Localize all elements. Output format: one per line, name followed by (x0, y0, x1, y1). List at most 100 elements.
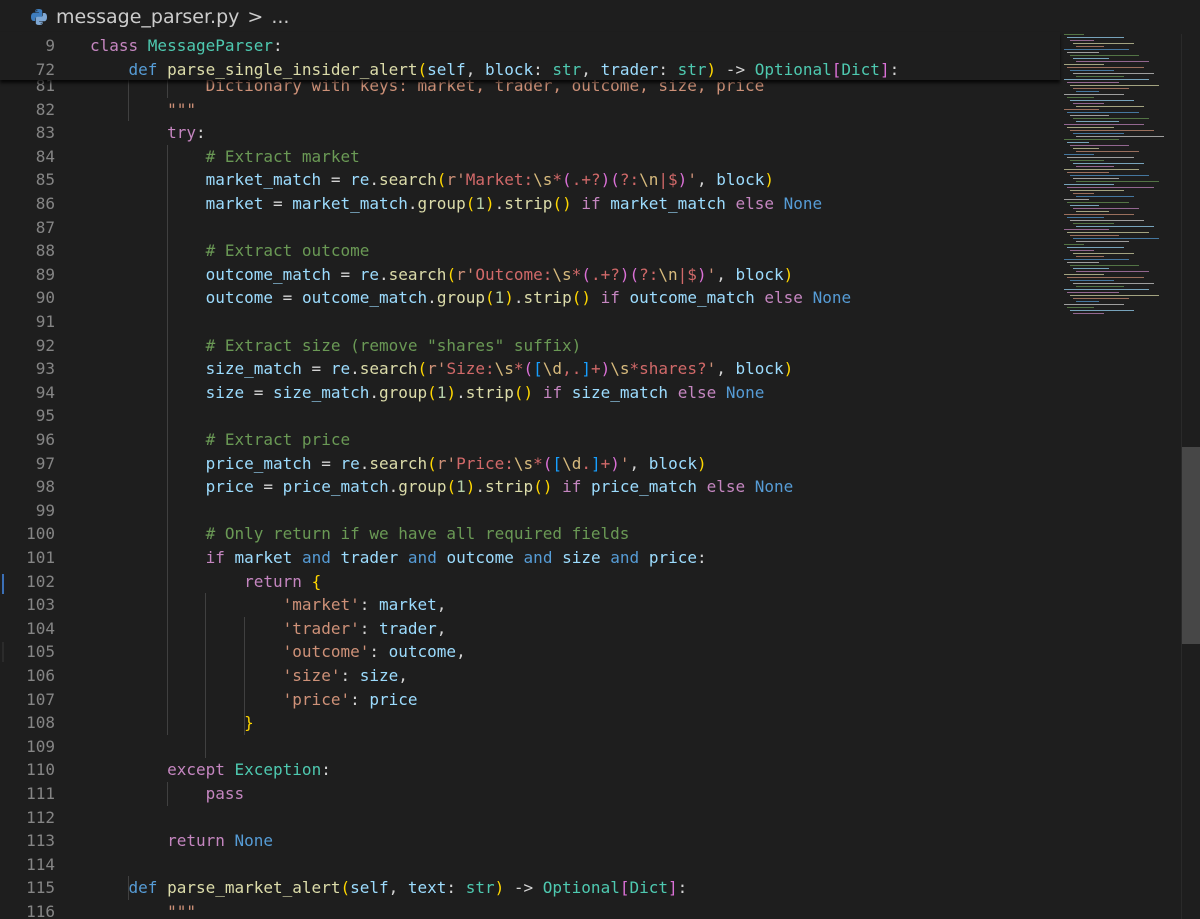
code-line[interactable]: 96 # Extract price (0, 428, 1060, 452)
code-token: market_match (292, 194, 408, 213)
code-token: \s (552, 264, 572, 284)
minimap-line (1070, 265, 1139, 266)
code-token: () (533, 477, 553, 497)
minimap-line (1070, 190, 1124, 191)
code-token: outcome (446, 548, 514, 567)
minimap-line (1070, 70, 1114, 71)
code-line[interactable]: 102 return { (0, 570, 1060, 594)
code-token: return (167, 831, 225, 851)
minimap-line (1067, 232, 1149, 233)
code-token: ( (417, 60, 428, 79)
code-token: and (523, 548, 553, 567)
code-line[interactable]: 93 size_match = re.search(r'Size:\s*([\d… (0, 357, 1060, 381)
code-token: Optional (542, 878, 620, 898)
code-line[interactable]: 86 market = market_match.group(1).strip(… (0, 192, 1060, 216)
code-line[interactable]: 105 'outcome': outcome, (0, 640, 1060, 664)
code-token: size_match (571, 382, 669, 402)
minimap-line (1073, 133, 1124, 134)
code-editor[interactable]: 81 Dictionary with keys: market, trader,… (0, 74, 1060, 919)
code-line[interactable]: 115 def parse_market_alert(self, text: s… (0, 876, 1060, 900)
code-line[interactable]: 108 } (0, 711, 1060, 735)
code-line[interactable]: 97 price_match = re.search(r'Price:\s*([… (0, 452, 1060, 476)
code-line[interactable]: 106 'size': size, (0, 664, 1060, 688)
code-line[interactable]: 72 def parse_single_insider_alert(self, … (0, 58, 1060, 82)
code-line[interactable]: 92 # Extract size (remove "shares" suffi… (0, 334, 1060, 358)
code-token: block (735, 359, 784, 379)
code-token: price_match (205, 453, 312, 473)
code-line[interactable]: 109 (0, 735, 1060, 759)
code-line[interactable]: 9 class MessageParser: (0, 34, 1060, 58)
code-token: price_match (591, 477, 697, 497)
indent-guide (166, 144, 168, 735)
line-number: 84 (35, 146, 55, 166)
code-line[interactable]: 107 'price': price (0, 688, 1060, 712)
line-number: 102 (26, 571, 55, 591)
code-token: . (388, 477, 399, 497)
minimap-line (1070, 310, 1134, 311)
code-line[interactable]: 85 market_match = re.search(r'Market:\s*… (0, 168, 1060, 192)
minimap-line (1064, 34, 1084, 35)
code-token: ( (427, 382, 437, 402)
code-line[interactable]: 103 'market': market, (0, 593, 1060, 617)
code-token: size_match (205, 359, 302, 379)
code-token: except (167, 760, 225, 780)
code-line[interactable]: 114 (0, 853, 1060, 877)
breadcrumb-file[interactable]: message_parser.py (56, 6, 239, 28)
code-token: () (571, 288, 591, 308)
code-text: size = size_match.group(1).strip() if si… (90, 381, 765, 405)
code-line[interactable]: 112 (0, 806, 1060, 830)
code-token: group (398, 477, 447, 497)
minimap-line (1076, 226, 1154, 227)
code-line[interactable]: 111 pass (0, 782, 1060, 806)
minimap[interactable] (1060, 34, 1180, 334)
code-token: ( (629, 264, 640, 284)
line-number: 104 (26, 618, 55, 638)
code-token: () (552, 194, 572, 213)
code-line[interactable]: 101 if market and trader and outcome and… (0, 546, 1060, 570)
code-line[interactable]: 83 try: (0, 121, 1060, 145)
code-token: ?: (619, 170, 640, 190)
code-line[interactable]: 89 outcome_match = re.search(r'Outcome:\… (0, 263, 1060, 287)
minimap-line (1076, 61, 1149, 62)
line-number: 92 (35, 335, 55, 355)
code-token: * (552, 170, 563, 190)
code-token: ' (619, 453, 630, 473)
code-line[interactable]: 94 size = size_match.group(1).strip() if… (0, 381, 1060, 405)
code-text: 'price': price (90, 688, 418, 712)
code-line[interactable]: 82 """ (0, 98, 1060, 122)
minimap-line (1070, 55, 1139, 56)
code-token: * (571, 264, 582, 284)
code-line[interactable]: 87 (0, 216, 1060, 240)
scrollbar-thumb[interactable] (1182, 447, 1200, 644)
breadcrumb-more[interactable]: ... (271, 6, 289, 28)
code-line[interactable]: 91 (0, 310, 1060, 334)
code-line[interactable]: 104 'trader': trader, (0, 617, 1060, 641)
code-line[interactable]: 99 (0, 499, 1060, 523)
code-token: else (735, 194, 775, 213)
code-line[interactable]: 88 # Extract outcome (0, 239, 1060, 263)
code-line[interactable]: 113 return None (0, 829, 1060, 853)
code-line[interactable]: 95 (0, 404, 1060, 428)
minimap-line (1070, 205, 1099, 206)
code-line[interactable]: 98 price = price_match.group(1).strip() … (0, 475, 1060, 499)
code-line[interactable]: 100 # Only return if we have all require… (0, 522, 1060, 546)
code-token: price (369, 689, 418, 709)
code-token: ) (494, 878, 505, 898)
line-number: 98 (35, 477, 55, 497)
code-token: return (244, 571, 302, 591)
code-token: Exception (234, 760, 322, 780)
code-line[interactable]: 116 """ (0, 900, 1060, 919)
code-token: ( (465, 194, 476, 213)
code-line[interactable]: 90 outcome = outcome_match.group(1).stri… (0, 286, 1060, 310)
sticky-scroll-header[interactable]: 9 class MessageParser: 72 def parse_single… (0, 32, 1060, 80)
minimap-line (1076, 256, 1104, 257)
code-token: -> (716, 60, 755, 79)
code-token: Dict (841, 60, 880, 79)
code-line[interactable]: 110 except Exception: (0, 758, 1060, 782)
code-line[interactable]: 84 # Extract market (0, 145, 1060, 169)
